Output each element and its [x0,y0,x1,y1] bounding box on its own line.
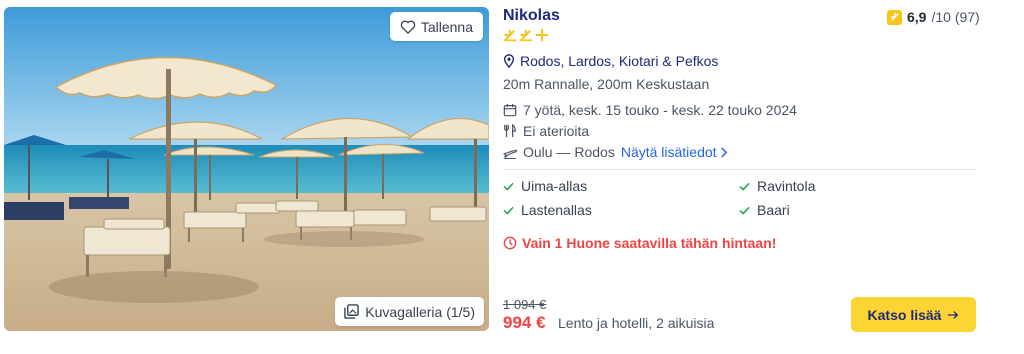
map-pin-icon [503,54,515,68]
sun-star-icon [519,29,533,42]
check-icon [503,182,514,191]
amenity-item: Uima-allas [503,178,587,194]
amenity-item: Ravintola [739,178,815,194]
gallery-button[interactable]: Kuvagalleria (1/5) [335,297,484,326]
star-rating [503,28,549,42]
show-details-link[interactable]: Näytä lisätiedot [621,144,728,160]
amenity-item: Lastenallas [503,202,592,218]
check-icon [739,182,750,191]
check-icon [503,206,514,215]
hotel-name[interactable]: Nikolas [503,7,560,25]
flight-info: Oulu — Rodos Näytä lisätiedot [503,144,728,160]
clock-icon [503,236,517,250]
hotel-location[interactable]: Rodos, Lardos, Kiotari & Pefkos [503,53,718,69]
availability-warning: Vain 1 Huone saatavilla tähän hintaan! [503,235,776,251]
show-details-label: Näytä lisätiedot [620,144,717,160]
current-price: 994 € [503,313,546,332]
price-note: Lento ja hotelli, 2 aikuisia [558,315,715,331]
flight-route: Oulu — Rodos [523,144,615,160]
availability-label: Vain 1 Huone saatavilla tähän hintaan! [522,235,777,251]
gallery-icon [344,304,360,319]
sun-star-icon [503,29,517,42]
cutlery-icon [504,124,516,138]
amenity-label: Baari [757,202,790,218]
rating-icon [887,9,902,25]
calendar-icon [503,103,517,117]
gallery-label: Kuvagalleria (1/5) [365,303,475,320]
heart-icon [400,20,416,34]
see-more-label: Katso lisää [867,306,942,323]
hotel-photo[interactable]: Tallenna Kuvagalleria (1/5) [4,7,489,331]
save-label: Tallenna [420,18,473,35]
old-price: 1 094 € [503,297,547,312]
chevron-right-icon [720,146,727,158]
arrow-right-icon [948,310,959,319]
plane-icon [503,149,517,159]
check-icon [739,206,750,215]
beach-image [4,7,489,331]
plus-half-star-icon [535,28,549,42]
meals-label: Ei aterioita [523,123,590,139]
rating-scale: /10 (97) [931,9,980,25]
amenity-label: Uima-allas [521,178,588,194]
amenity-item: Baari [739,202,790,218]
hotel-card: Tallenna Kuvagalleria (1/5) Nikolas 6,9 … [0,0,1024,354]
travel-dates: 7 yötä, kesk. 15 touko - kesk. 22 touko … [503,102,797,118]
rating-score: 6,9 [907,9,927,25]
amenity-label: Ravintola [757,178,816,194]
section-divider [503,169,976,170]
location-label: Rodos, Lardos, Kiotari & Pefkos [520,53,719,69]
meal-plan: Ei aterioita [503,123,589,139]
see-more-button[interactable]: Katso lisää [851,297,976,332]
distance-info: 20m Rannalle, 200m Keskustaan [503,76,710,92]
dates-label: 7 yötä, kesk. 15 touko - kesk. 22 touko … [523,102,797,118]
guest-rating[interactable]: 6,9 /10 (97) [887,9,980,25]
amenity-label: Lastenallas [521,202,592,218]
save-button[interactable]: Tallenna [389,12,483,41]
